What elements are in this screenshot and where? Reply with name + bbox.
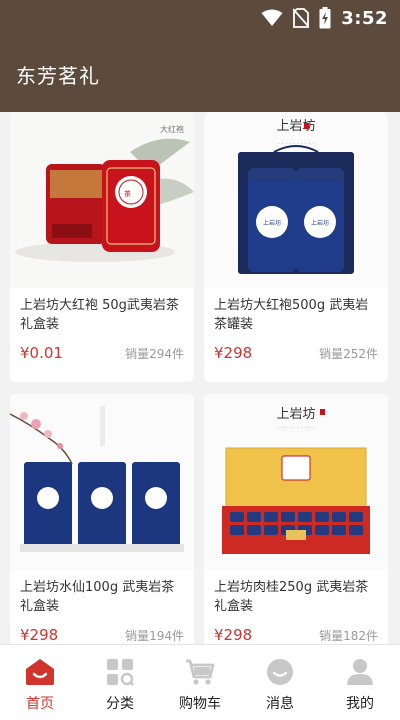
product-sales: 销量182件 (319, 629, 378, 643)
nav-item-cart[interactable]: 购物车 (160, 645, 240, 720)
app-bar: 东芳茗礼 (0, 36, 400, 112)
status-time: 3:52 (341, 7, 388, 29)
product-image[interactable]: 大红袍 茶 (10, 112, 194, 288)
product-title[interactable]: 上岩坊大红袍 50g武夷岩茶礼盒装 (10, 288, 194, 338)
svg-text:茶: 茶 (124, 189, 131, 198)
product-sales: 销量252件 (319, 347, 378, 361)
product-image[interactable] (10, 394, 194, 570)
no-sim-icon (293, 8, 310, 28)
product-image[interactable]: 上岩坊 · · · · · · · · · · 上岩坊 上岩坊 (204, 112, 388, 288)
nav-label: 消息 (266, 696, 294, 712)
product-card[interactable]: 上岩坊 · · · · · · · · · · 上岩坊肉桂250g 武夷岩茶礼盒… (204, 394, 388, 644)
product-sales: 销量294件 (125, 347, 184, 361)
category-icon (105, 657, 135, 687)
product-price: ¥298 (214, 626, 253, 644)
product-footer: ¥298 销量182件 (204, 620, 388, 644)
product-card[interactable]: 上岩坊水仙100g 武夷岩茶礼盒装 ¥298 销量194件 (10, 394, 194, 644)
product-title[interactable]: 上岩坊肉桂250g 武夷岩茶礼盒装 (204, 570, 388, 620)
svg-text:大红袍: 大红袍 (160, 124, 184, 134)
home-icon (25, 657, 55, 687)
product-grid[interactable]: 大红袍 茶 上岩坊大红袍 50g武夷岩茶礼盒装 ¥0.01 销量294件 上岩坊 (0, 112, 400, 644)
battery-charging-icon (319, 7, 331, 29)
wifi-icon (261, 9, 283, 27)
product-footer: ¥0.01 销量294件 (10, 338, 194, 362)
product-brand: 上岩坊 (276, 407, 315, 422)
svg-text:上岩坊: 上岩坊 (263, 219, 281, 227)
svg-text:上岩坊: 上岩坊 (311, 219, 329, 227)
product-sales: 销量194件 (125, 629, 184, 643)
product-price: ¥298 (214, 344, 253, 362)
nav-label: 购物车 (179, 696, 221, 712)
product-footer: ¥298 销量252件 (204, 338, 388, 362)
message-icon (265, 657, 295, 687)
profile-icon (345, 657, 375, 687)
product-price: ¥298 (20, 626, 59, 644)
nav-label: 首页 (26, 696, 54, 712)
status-bar: 3:52 (0, 0, 400, 36)
nav-item-messages[interactable]: 消息 (240, 645, 320, 720)
nav-item-category[interactable]: 分类 (80, 645, 160, 720)
product-card[interactable]: 上岩坊 · · · · · · · · · · 上岩坊 上岩坊 上岩坊大红袍50… (204, 112, 388, 382)
bottom-nav: 首页 分类 购物车 消息 我的 (0, 644, 400, 720)
nav-label: 分类 (106, 696, 134, 712)
nav-item-home[interactable]: 首页 (0, 645, 80, 720)
product-title[interactable]: 上岩坊水仙100g 武夷岩茶礼盒装 (10, 570, 194, 620)
product-title[interactable]: 上岩坊大红袍500g 武夷岩茶罐装 (204, 288, 388, 338)
product-brand: 上岩坊 (276, 119, 315, 134)
cart-icon (185, 657, 215, 687)
product-card[interactable]: 大红袍 茶 上岩坊大红袍 50g武夷岩茶礼盒装 ¥0.01 销量294件 (10, 112, 194, 382)
product-image[interactable]: 上岩坊 · · · · · · · · · · (204, 394, 388, 570)
product-footer: ¥298 销量194件 (10, 620, 194, 644)
nav-item-profile[interactable]: 我的 (320, 645, 400, 720)
app-title: 东芳茗礼 (16, 63, 100, 88)
nav-label: 我的 (346, 696, 374, 712)
product-price: ¥0.01 (20, 344, 63, 362)
svg-text:· · · · · · · · · ·: · · · · · · · · · · (278, 425, 314, 432)
